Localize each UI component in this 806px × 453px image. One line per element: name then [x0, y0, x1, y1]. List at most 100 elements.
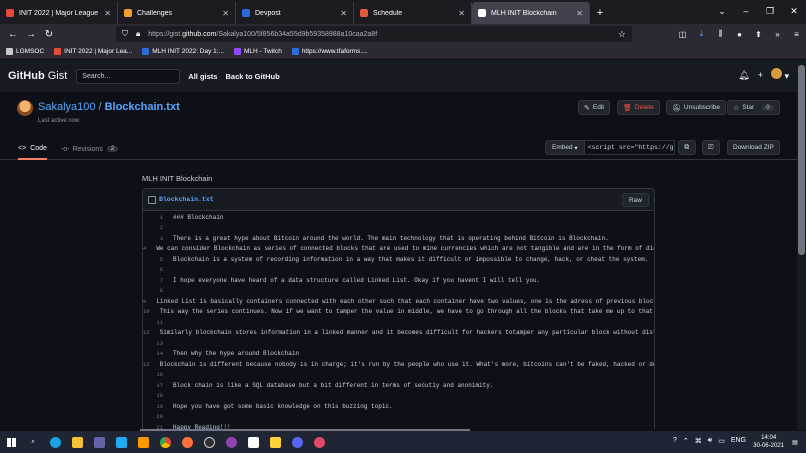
bell-icon[interactable]: 🔔︎	[738, 70, 749, 81]
line-number[interactable]: 20	[143, 413, 165, 420]
close-tab-icon[interactable]: ✕	[222, 9, 229, 18]
close-tab-icon[interactable]: ✕	[104, 9, 111, 18]
embed-code-field[interactable]: <script src="https://gist	[584, 140, 675, 155]
line-number[interactable]: 19	[143, 403, 165, 410]
bookmark-item[interactable]: MLH - Twitch	[234, 47, 282, 55]
browser-tab[interactable]: Schedule ✕	[354, 2, 472, 24]
bookmark-item[interactable]: INIT 2022 | Major Lea...	[54, 47, 132, 55]
avatar-menu[interactable]: ▾	[770, 68, 789, 82]
download-icon[interactable]: ⤓	[692, 26, 711, 42]
tab-revisions[interactable]: -o- Revisions 2	[61, 138, 119, 160]
close-window-button[interactable]: ✕	[782, 0, 806, 22]
chevron-up-icon[interactable]: ⌃	[683, 437, 689, 445]
line-number[interactable]: 17	[143, 382, 165, 389]
forward-button[interactable]: →	[22, 25, 40, 43]
search-input[interactable]: Search...	[76, 68, 181, 84]
new-tab-button[interactable]: +	[590, 2, 610, 24]
clock[interactable]: 14:04 30-06-2021	[753, 434, 784, 450]
browser-tab[interactable]: Devpost ✕	[236, 2, 354, 24]
shield-icon[interactable]: ⛉	[122, 29, 128, 39]
star-button[interactable]: ☆ Star 0	[727, 100, 780, 115]
all-gists-link[interactable]: All gists	[188, 72, 217, 81]
browser-tab[interactable]: MLH INIT Blockchain ✕	[472, 2, 590, 24]
line-number[interactable]: 7	[143, 277, 165, 284]
teams-icon[interactable]	[88, 431, 110, 453]
notifications-icon[interactable]: ▤	[784, 431, 806, 453]
line-number[interactable]: 13	[143, 340, 165, 347]
discord-icon[interactable]	[286, 431, 308, 453]
language-indicator[interactable]: ENG	[731, 437, 746, 445]
lock-icon[interactable]: 🔒︎	[136, 29, 140, 39]
close-tab-icon[interactable]: ✕	[340, 9, 347, 18]
line-number[interactable]: 10	[143, 308, 152, 315]
line-number[interactable]: 1	[143, 214, 165, 221]
extensions-overflow-icon[interactable]: »	[768, 26, 787, 42]
windows-start-icon[interactable]	[0, 431, 22, 453]
zoom-icon[interactable]	[242, 431, 264, 453]
download-zip-button[interactable]: Download ZIP	[727, 140, 780, 155]
vscode-icon[interactable]	[110, 431, 132, 453]
back-button[interactable]: ←	[4, 25, 22, 43]
delete-button[interactable]: 🗑︎ Delete	[617, 100, 660, 115]
menu-icon[interactable]: ≡	[787, 26, 806, 42]
line-number[interactable]: 5	[143, 256, 165, 263]
extension-icon[interactable]: ⬆	[749, 26, 768, 42]
back-to-github-link[interactable]: Back to GitHub	[225, 72, 279, 81]
file-name-link[interactable]: Blockchain.txt	[159, 196, 214, 203]
line-number[interactable]: 18	[143, 392, 165, 399]
help-icon[interactable]: ?	[673, 437, 677, 445]
line-number[interactable]: 8	[143, 287, 165, 294]
scrollbar-thumb[interactable]	[798, 65, 805, 255]
sublime-icon[interactable]	[132, 431, 154, 453]
bookmark-item[interactable]: LGMSOC	[6, 47, 44, 55]
line-number[interactable]: 11	[143, 319, 165, 326]
line-number[interactable]: 6	[143, 266, 165, 273]
minimize-button[interactable]: –	[734, 0, 758, 22]
network-icon[interactable]: ⌘	[695, 437, 702, 445]
unsubscribe-button[interactable]: 🔕︎ Unsubscribe	[666, 100, 727, 115]
bookmark-item[interactable]: https://www.tfaforms....	[291, 47, 368, 55]
gist-filename-link[interactable]: Blockchain.txt	[105, 101, 180, 113]
line-number[interactable]: 16	[143, 371, 165, 378]
volume-icon[interactable]: 🔊︎	[708, 437, 712, 445]
github-gist-logo[interactable]: GitHub Gist	[8, 70, 67, 82]
file-explorer-icon[interactable]	[66, 431, 88, 453]
vertical-scrollbar[interactable]	[797, 60, 806, 430]
account-icon[interactable]: ●	[730, 26, 749, 42]
battery-icon[interactable]: ▭	[718, 437, 725, 445]
app-icon[interactable]	[308, 431, 330, 453]
bookmark-star-icon[interactable]: ☆	[618, 29, 626, 40]
edit-button[interactable]: ✎ Edit	[578, 100, 611, 115]
url-bar[interactable]: ⛉ 🔒︎ https://gist.github.com/Sakalya100/…	[116, 26, 632, 42]
firefox-icon[interactable]	[176, 431, 198, 453]
library-icon[interactable]: ⫼	[711, 26, 730, 42]
reload-button[interactable]: ↻	[40, 25, 58, 43]
line-number[interactable]: 14	[143, 350, 165, 357]
sticky-notes-icon[interactable]	[264, 431, 286, 453]
avatar[interactable]	[17, 100, 33, 116]
desktop-download-icon[interactable]: ⎚	[701, 140, 720, 155]
close-tab-icon[interactable]: ✕	[576, 9, 583, 18]
embed-dropdown[interactable]: Embed ▾	[545, 140, 585, 155]
maximize-button[interactable]: ❐	[758, 0, 782, 22]
line-number[interactable]: 3	[143, 235, 165, 242]
search-icon[interactable]: ⌕	[22, 431, 44, 453]
obs-icon[interactable]	[198, 431, 220, 453]
pocket-icon[interactable]: ◫	[673, 26, 692, 42]
copy-icon[interactable]: ⧉	[677, 140, 696, 155]
line-number[interactable]: 15	[143, 361, 152, 368]
owner-link[interactable]: Sakalya100	[38, 101, 96, 113]
bookmark-item[interactable]: MLH INIT 2022: Day 1:...	[142, 47, 224, 55]
line-number[interactable]: 12	[143, 329, 152, 336]
browser-tab[interactable]: Challenges ✕	[118, 2, 236, 24]
browser-tab[interactable]: INIT 2022 | Major League Hack ✕	[0, 2, 118, 24]
chrome-icon[interactable]	[154, 431, 176, 453]
close-tab-icon[interactable]: ✕	[458, 9, 465, 18]
plus-icon[interactable]: +	[758, 70, 763, 80]
edge-icon[interactable]	[44, 431, 66, 453]
github-desktop-icon[interactable]	[220, 431, 242, 453]
raw-button[interactable]: Raw	[621, 193, 649, 207]
line-number[interactable]: 2	[143, 224, 165, 231]
tab-code[interactable]: <> Code	[18, 138, 47, 160]
chevron-down-icon[interactable]: ⌄	[710, 0, 734, 22]
